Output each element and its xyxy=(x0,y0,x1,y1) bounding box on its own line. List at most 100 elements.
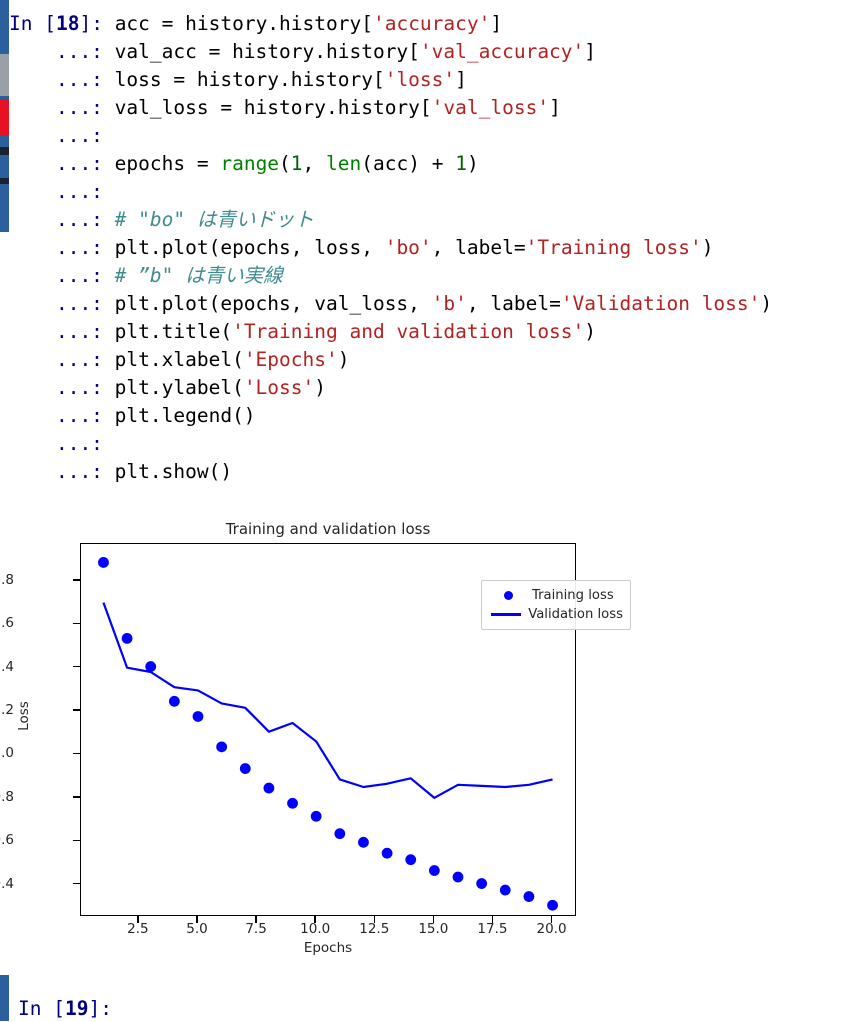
code-token-builtin: len xyxy=(326,152,362,175)
code-token-builtin: range xyxy=(220,152,280,175)
code-line: ...: val_loss = history.history['val_los… xyxy=(9,94,561,122)
prompt-execution-count: 18 xyxy=(55,12,80,35)
data-point xyxy=(523,891,535,902)
code-token-plain: val_acc = history.history[ xyxy=(114,40,420,63)
code-token-str: 'Loss' xyxy=(243,376,315,399)
code-line: ...: plt.ylabel('Loss') xyxy=(9,374,326,402)
code-token-str: 'loss' xyxy=(384,68,456,91)
prompt-continuation: ...: xyxy=(9,348,115,371)
code-token-plain: plt.legend() xyxy=(114,404,256,427)
code-line: ...: plt.xlabel('Epochs') xyxy=(9,346,350,374)
data-point xyxy=(121,632,133,644)
y-tick-label: 0.8 xyxy=(0,788,14,805)
x-tick-label: 5.0 xyxy=(186,921,208,937)
y-tick-mark xyxy=(73,709,80,711)
x-tick-mark xyxy=(550,916,553,923)
code-token-str: 'val_accuracy' xyxy=(419,40,585,63)
prompt-continuation: ...: xyxy=(9,68,115,91)
change-mark xyxy=(0,178,9,184)
code-line: ...: # "bo" は青いドット xyxy=(9,206,314,234)
code-token-plain: plt.plot(epochs, loss, xyxy=(114,236,385,259)
prompt-continuation: ...: xyxy=(9,264,115,287)
code-token-str: 'Epochs' xyxy=(243,348,338,371)
prompt-continuation: ...: xyxy=(9,40,115,63)
code-token-plain: ] xyxy=(490,12,503,35)
code-token-comment: # "bo" は青いドット xyxy=(114,208,314,231)
code-token-plain: , label= xyxy=(431,236,526,259)
code-line: ...: plt.legend() xyxy=(9,402,256,430)
code-token-plain: ) xyxy=(337,348,350,371)
x-tick-mark xyxy=(373,916,375,923)
y-axis-label: Loss xyxy=(15,701,32,731)
x-tick-mark xyxy=(196,916,198,923)
data-point xyxy=(192,711,204,722)
editor-gutter-strip[interactable] xyxy=(0,0,9,1021)
x-tick-label: 15.0 xyxy=(418,921,449,937)
prompt-in-label: In [ xyxy=(9,12,56,35)
ipython-console[interactable]: In [18]: acc = history.history['accuracy… xyxy=(0,0,866,1022)
next-input-prompt[interactable]: In [19]: xyxy=(18,996,124,1022)
code-token-plain: plt.xlabel( xyxy=(114,348,244,371)
code-line: ...: plt.show() xyxy=(9,458,232,486)
code-token-plain: , label= xyxy=(466,292,561,315)
x-tick-label: 20.0 xyxy=(536,921,567,937)
code-token-plain: acc = history.history[ xyxy=(114,12,373,35)
code-line: In [18]: acc = history.history['accuracy… xyxy=(9,10,502,38)
y-tick-mark xyxy=(73,579,80,581)
data-point xyxy=(476,878,488,889)
matplotlib-figure: Training and validation loss Loss Epochs… xyxy=(0,512,631,974)
code-token-plain: ( xyxy=(279,152,291,175)
data-point xyxy=(287,797,298,809)
code-token-plain: plt.show() xyxy=(114,460,233,483)
x-tick-label: 7.5 xyxy=(245,921,267,937)
chart-legend: Training loss Validation loss xyxy=(481,580,631,630)
x-axis-label: Epochs xyxy=(303,940,353,956)
y-tick-mark xyxy=(73,796,80,798)
y-tick-label: 1.4 xyxy=(0,658,14,675)
y-tick-label: 1.2 xyxy=(0,702,14,719)
x-tick-mark xyxy=(491,916,494,923)
code-token-plain: , xyxy=(302,152,327,175)
code-token-plain: ] xyxy=(584,40,597,63)
x-tick-label: 2.5 xyxy=(127,921,149,937)
y-tick-label: 0.4 xyxy=(0,875,14,892)
code-line: ...: xyxy=(9,430,115,458)
code-token-num: 1 xyxy=(455,152,467,175)
legend-item-training-loss: Training loss xyxy=(489,586,623,605)
x-tick-label: 17.5 xyxy=(477,921,508,937)
x-tick-mark xyxy=(137,916,139,923)
legend-item-validation-loss: Validation loss xyxy=(489,605,623,624)
legend-label-training-loss: Training loss xyxy=(532,588,614,603)
gutter-gap xyxy=(0,232,9,976)
code-token-plain: ] xyxy=(549,96,561,119)
legend-marker-line-icon xyxy=(489,613,523,616)
prompt-continuation: ...: xyxy=(9,124,115,147)
legend-marker-dot-icon xyxy=(489,591,527,600)
prompt-continuation: ...: xyxy=(9,236,115,259)
code-token-str: 'bo' xyxy=(384,236,432,259)
code-token-plain: loss = history.history[ xyxy=(114,68,385,91)
prompt-continuation: ...: xyxy=(9,460,115,483)
x-tick-mark xyxy=(432,916,435,923)
data-point xyxy=(98,557,109,568)
data-point xyxy=(334,828,346,840)
code-line: ...: loss = history.history['loss'] xyxy=(9,66,467,94)
code-token-plain: plt.ylabel( xyxy=(114,376,244,399)
code-token-plain: plt.plot(epochs, val_loss, xyxy=(114,292,432,315)
code-token-str: 'Training and validation loss' xyxy=(232,320,585,343)
y-tick-label: 0.6 xyxy=(0,832,14,849)
data-point xyxy=(239,763,251,774)
y-tick-mark xyxy=(73,622,80,624)
data-point xyxy=(428,865,440,876)
code-line: ...: epochs = range(1, len(acc) + 1) xyxy=(9,150,479,178)
code-line: ...: xyxy=(9,122,115,150)
prompt-continuation: ...: xyxy=(9,320,115,343)
y-tick-label: 1.0 xyxy=(0,745,14,762)
prompt-continuation: ...: xyxy=(9,96,115,119)
code-token-str: 'Validation loss' xyxy=(560,292,761,315)
code-line: ...: plt.plot(epochs, val_loss, 'b', lab… xyxy=(9,290,772,318)
code-token-str: 'b' xyxy=(431,292,467,315)
prompt-continuation: ...: xyxy=(9,292,115,315)
code-line: ...: # ”b" は青い実線 xyxy=(9,262,283,290)
prompt-in-close: ]: xyxy=(88,997,124,1020)
